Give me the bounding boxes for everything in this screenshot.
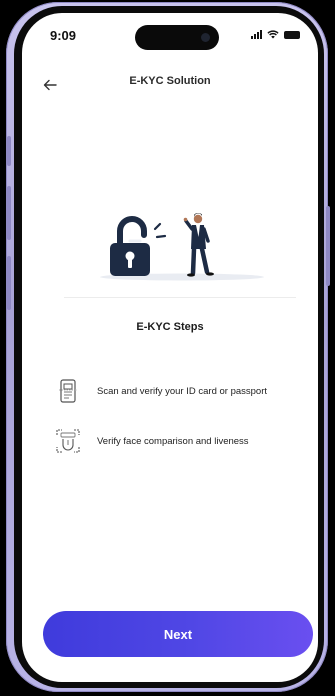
volume-up-button	[7, 186, 11, 240]
step-label: Verify face comparison and liveness	[97, 435, 249, 447]
silent-switch	[7, 136, 11, 166]
step-item-scan-id: Scan and verify your ID card or passport	[55, 377, 267, 405]
page-title: E-KYC Solution	[129, 75, 211, 87]
divider	[64, 297, 296, 298]
padlock-icon	[110, 216, 150, 276]
next-button[interactable]: Next	[43, 611, 313, 657]
device-stage: 9:09 E-KYC Solution E-KYC Steps Scan and…	[0, 0, 335, 696]
battery-icon	[284, 30, 300, 39]
app-screen: 9:09 E-KYC Solution E-KYC Steps Scan and…	[22, 13, 318, 682]
person-icon	[183, 213, 214, 277]
power-button	[326, 206, 330, 286]
wifi-icon	[267, 30, 279, 39]
id-card-scan-icon	[55, 377, 81, 405]
status-time: 9:09	[50, 28, 77, 43]
volume-down-button	[7, 256, 11, 310]
steps-heading: E-KYC Steps	[136, 321, 204, 333]
signal-icon	[251, 30, 262, 39]
security-illustration	[90, 207, 270, 291]
dynamic-island	[135, 25, 219, 50]
face-scan-icon	[55, 427, 81, 455]
step-item-face-verify: Verify face comparison and liveness	[55, 427, 249, 455]
front-camera	[201, 33, 210, 42]
step-label: Scan and verify your ID card or passport	[97, 385, 268, 397]
status-icons	[251, 30, 300, 39]
